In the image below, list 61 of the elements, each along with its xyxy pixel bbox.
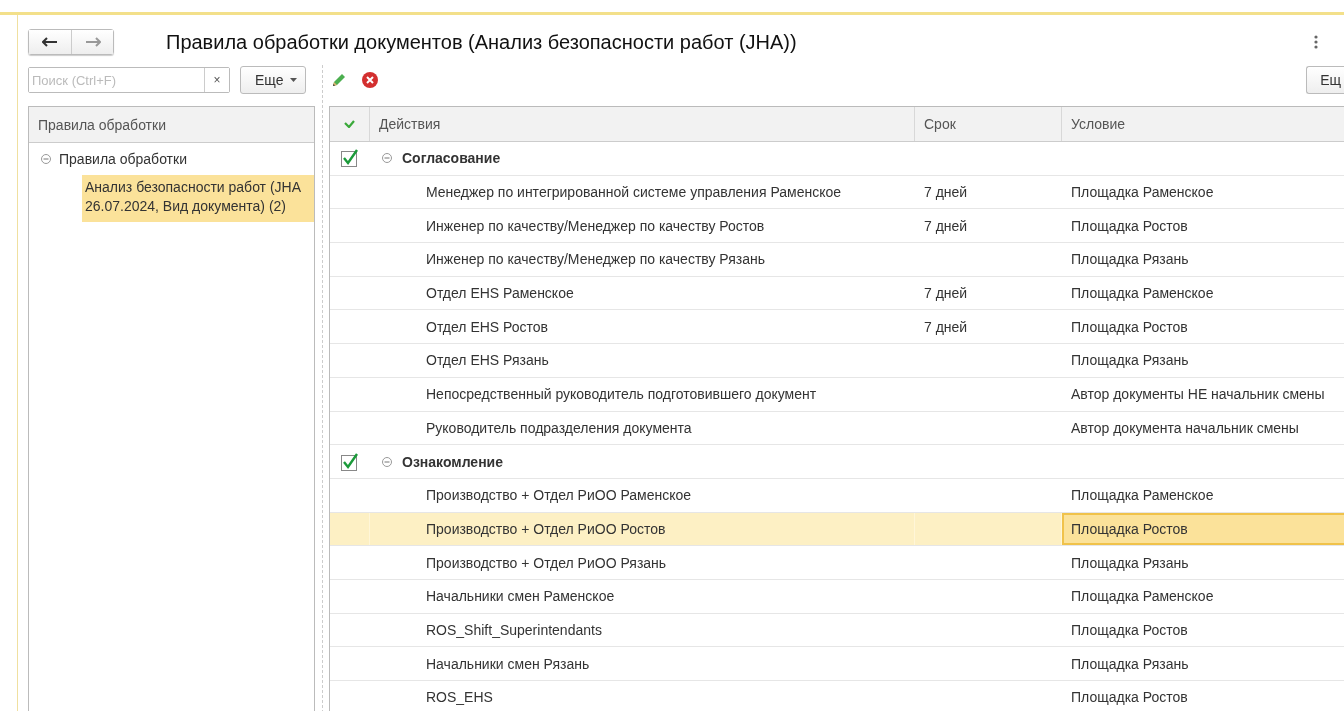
table-cell: Площадка Ростов xyxy=(1071,520,1188,537)
pencil-icon[interactable] xyxy=(331,72,347,88)
delete-icon[interactable] xyxy=(361,71,379,89)
left-arrow-icon xyxy=(42,37,58,47)
window-title: Правила обработки документов (Анализ безопасности работ (JHA)) xyxy=(166,30,798,54)
table-cell: Инженер по качеству/Менеджер по качеству Ростов xyxy=(426,217,765,234)
tree-item[interactable]: Анализ безопасности работ (JHA 26.07.2024, Вид документа) (2) xyxy=(82,175,314,222)
group-name: Согласование xyxy=(402,150,501,167)
table-cell: ROS_Shift_Superintendants xyxy=(426,621,602,638)
checkbox[interactable] xyxy=(339,451,360,472)
table-cell: Отдел EHS Раменское xyxy=(426,285,574,302)
table-cell: Руководитель подразделения документа xyxy=(426,419,692,436)
checkmark-icon xyxy=(344,120,355,128)
table-cell: Площадка Раменское xyxy=(1071,487,1214,504)
table-cell: 7 дней xyxy=(924,184,968,201)
table-cell: 7 дней xyxy=(924,285,968,302)
back-button[interactable] xyxy=(29,30,71,54)
group-name: Ознакомление xyxy=(402,453,503,470)
table-cell: Площадка Рязань xyxy=(1071,554,1189,571)
table-cell: Площадка Рязань xyxy=(1071,251,1189,268)
table-cell: Площадка Рязань xyxy=(1071,352,1189,369)
table-cell: 7 дней xyxy=(924,217,968,234)
column-header[interactable]: Действия xyxy=(370,107,915,141)
table-row[interactable]: Производство + Отдел РиОО Ростов Площадка Ростов xyxy=(330,512,1344,547)
table-cell: Отдел EHS Рязань xyxy=(426,352,549,369)
table-cell: Производство + Отдел РиОО Ростов xyxy=(426,520,666,537)
table-cell: Инженер по качеству/Менеджер по качеству Рязань xyxy=(426,251,765,268)
table-cell: Производство + Отдел РиОО Раменское xyxy=(426,487,692,504)
table-cell: Площадка Ростов xyxy=(1071,689,1188,706)
column-header[interactable]: Срок xyxy=(915,107,1062,141)
collapse-icon[interactable] xyxy=(41,154,51,164)
table-cell: Начальники смен Рязань xyxy=(426,655,590,672)
table-cell: Автор документы НЕ начальник смены xyxy=(1071,386,1325,403)
table-cell: Площадка Раменское xyxy=(1071,285,1214,302)
table-cell: Автор документа начальник смены xyxy=(1071,419,1299,436)
clear-button[interactable]: × xyxy=(204,68,229,92)
checkbox[interactable] xyxy=(339,148,360,169)
search-field[interactable]: Поиск (Ctrl+F) × xyxy=(28,67,230,93)
table-cell: Площадка Ростов xyxy=(1071,318,1188,335)
table-cell: Площадка Ростов xyxy=(1071,217,1188,234)
table-cell: Площадка Рязань xyxy=(1071,655,1189,672)
table-cell: ROS_EHS xyxy=(426,689,493,706)
table-cell: Менеджер по интегрированной системе управления Раменское xyxy=(426,184,842,201)
column-header: Правила обработки xyxy=(29,107,314,143)
column-header[interactable]: Условие xyxy=(1062,107,1344,141)
tree-item[interactable]: Правила обработки xyxy=(59,151,187,167)
more-button[interactable]: Еще xyxy=(240,66,306,94)
caret-icon xyxy=(289,78,297,82)
more-icon[interactable] xyxy=(1314,35,1318,49)
collapse-icon[interactable] xyxy=(382,153,392,164)
right-arrow-icon xyxy=(84,37,101,47)
table-cell: Производство + Отдел РиОО Рязань xyxy=(426,554,667,571)
table-cell: 7 дней xyxy=(924,318,968,335)
table-cell: Площадка Раменское xyxy=(1071,184,1214,201)
table-cell: Отдел EHS Ростов xyxy=(426,318,549,335)
table-cell: Начальники смен Раменское xyxy=(426,588,615,605)
collapse-icon[interactable] xyxy=(382,456,392,467)
more-button[interactable]: Ещ xyxy=(1306,66,1344,94)
table-cell: Непосредственный руководитель подготовившего документ xyxy=(426,386,817,403)
table-cell: Площадка Ростов xyxy=(1071,621,1188,638)
table-cell: Площадка Раменское xyxy=(1071,588,1214,605)
